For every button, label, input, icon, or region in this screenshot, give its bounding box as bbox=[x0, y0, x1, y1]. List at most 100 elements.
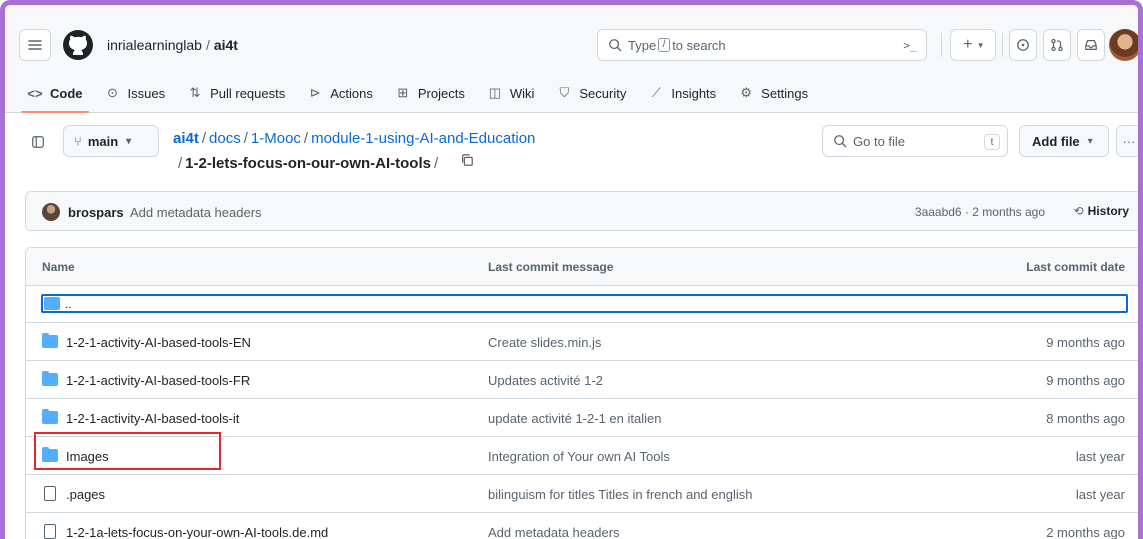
commit-date-cell: 9 months ago bbox=[1046, 373, 1125, 388]
commit-message-cell[interactable]: update activité 1-2-1 en italien bbox=[488, 411, 661, 426]
menu-button[interactable] bbox=[19, 29, 51, 61]
code-icon: <> bbox=[27, 85, 43, 101]
pull-request-icon: ⇅ bbox=[189, 85, 201, 100]
tab-insights[interactable]: ⟋ Insights bbox=[648, 75, 716, 111]
folder-icon bbox=[44, 297, 60, 310]
file-name[interactable]: 1-2-1a-lets-focus-on-your-own-AI-tools.d… bbox=[66, 525, 328, 539]
table-row[interactable]: 1-2-1-activity-AI-based-tools-FR Updates… bbox=[26, 360, 1138, 398]
create-new-button[interactable]: + ▾ bbox=[950, 29, 996, 61]
repo-nav: <> Code ⊙ Issues ⇅ Pull requests ⊳ Actio… bbox=[21, 75, 830, 113]
folder-icon bbox=[42, 333, 58, 348]
search-shortcut-key: / bbox=[658, 38, 671, 52]
file-name[interactable]: Images bbox=[66, 449, 109, 464]
commit-message-cell[interactable]: Add metadata headers bbox=[488, 525, 620, 539]
commit-date-cell: last year bbox=[1075, 449, 1125, 464]
commit-date-cell: last year bbox=[1075, 487, 1125, 502]
plus-icon: + bbox=[963, 36, 973, 53]
tab-security[interactable]: ⛉ Security bbox=[556, 75, 627, 111]
tab-pull-requests[interactable]: ⇅ Pull requests bbox=[187, 75, 286, 111]
git-branch-icon: ⑂ bbox=[74, 133, 82, 149]
table-row[interactable]: Images Integration of Your own AI Tools … bbox=[26, 436, 1138, 474]
copy-path-button[interactable] bbox=[460, 153, 474, 170]
history-label: History bbox=[1087, 204, 1129, 218]
tab-code[interactable]: <> Code bbox=[21, 75, 88, 113]
commit-message-cell[interactable]: Integration of Your own AI Tools bbox=[488, 449, 670, 464]
parent-directory-row[interactable]: .. bbox=[41, 294, 1128, 313]
breadcrumb-module[interactable]: module-1-using-AI-and-Education bbox=[311, 130, 535, 147]
commit-message[interactable]: Add metadata headers bbox=[130, 205, 262, 220]
commit-author[interactable]: brospars bbox=[68, 205, 124, 220]
repo-link[interactable]: ai4t bbox=[214, 37, 238, 53]
file-name[interactable]: 1-2-1-activity-AI-based-tools-EN bbox=[66, 335, 251, 350]
gear-icon: ⚙ bbox=[740, 85, 752, 100]
table-row[interactable]: 1-2-1-activity-AI-based-tools-EN Create … bbox=[26, 322, 1138, 360]
search-placeholder-pre: Type bbox=[628, 37, 657, 53]
breadcrumb-separator: / bbox=[205, 37, 210, 53]
tab-issues[interactable]: ⊙ Issues bbox=[105, 75, 165, 111]
commit-date-cell: 9 months ago bbox=[1046, 335, 1125, 350]
table-icon: ⊞ bbox=[397, 85, 409, 100]
col-message: Last commit message bbox=[488, 260, 614, 274]
copy-icon bbox=[462, 154, 473, 166]
table-row[interactable]: 1-2-1a-lets-focus-on-your-own-AI-tools.d… bbox=[26, 512, 1138, 539]
file-table: Name Last commit message Last commit dat… bbox=[25, 247, 1138, 539]
github-logo-icon[interactable] bbox=[62, 29, 94, 61]
tab-actions[interactable]: ⊳ Actions bbox=[307, 75, 373, 111]
more-options-button[interactable]: ··· bbox=[1116, 125, 1138, 157]
inbox-icon bbox=[1085, 40, 1097, 50]
breadcrumb-repo[interactable]: ai4t bbox=[173, 130, 199, 147]
terminal-icon[interactable]: >_ bbox=[900, 35, 920, 55]
tab-label: Actions bbox=[330, 85, 373, 101]
file-name[interactable]: 1-2-1-activity-AI-based-tools-it bbox=[66, 411, 239, 426]
history-button[interactable]: ⟲ History bbox=[1074, 204, 1129, 218]
parent-directory-label: .. bbox=[65, 297, 72, 311]
commit-message-cell[interactable]: Updates activité 1-2 bbox=[488, 373, 603, 388]
search-placeholder-post: to search bbox=[672, 37, 726, 53]
tab-label: Security bbox=[579, 85, 627, 101]
shield-icon: ⛉ bbox=[559, 85, 570, 100]
tab-label: Projects bbox=[417, 85, 465, 101]
pull-requests-button[interactable] bbox=[1043, 29, 1071, 61]
table-row[interactable]: 1-2-1-activity-AI-based-tools-it update … bbox=[26, 398, 1138, 436]
col-date: Last commit date bbox=[1026, 260, 1125, 274]
kebab-horizontal-icon: ··· bbox=[1122, 133, 1136, 149]
hamburger-icon bbox=[28, 40, 42, 50]
tab-settings[interactable]: ⚙ Settings bbox=[738, 75, 808, 111]
folder-icon bbox=[42, 409, 58, 424]
author-avatar[interactable] bbox=[42, 203, 60, 221]
add-file-label: Add file bbox=[1032, 133, 1080, 149]
file-name[interactable]: .pages bbox=[66, 487, 105, 502]
owner-link[interactable]: inrialearninglab bbox=[107, 37, 202, 53]
search-icon bbox=[834, 135, 847, 148]
chevron-down-icon: ▾ bbox=[126, 135, 132, 147]
tab-projects[interactable]: ⊞ Projects bbox=[395, 75, 465, 111]
commit-date-cell: 2 months ago bbox=[1046, 525, 1125, 539]
issues-button[interactable] bbox=[1009, 29, 1037, 61]
browser-frame: inrialearninglab / ai4t Type / to search >… bbox=[0, 0, 1143, 539]
commit-message-cell[interactable]: bilinguism for titles Titles in french a… bbox=[488, 487, 752, 502]
header-divider bbox=[941, 33, 942, 57]
search-input[interactable]: Type / to search >_ bbox=[597, 29, 927, 61]
issue-icon: ⊙ bbox=[107, 85, 118, 100]
go-to-file-input[interactable]: Go to file t bbox=[822, 125, 1008, 157]
commit-meta[interactable]: 3aaabd6 · 2 months ago bbox=[915, 205, 1045, 219]
sidebar-expand-icon bbox=[32, 136, 44, 148]
go-to-file-shortcut: t bbox=[984, 134, 1000, 150]
file-name[interactable]: 1-2-1-activity-AI-based-tools-FR bbox=[66, 373, 250, 388]
user-avatar[interactable] bbox=[1109, 29, 1138, 61]
file-icon bbox=[44, 524, 56, 539]
tab-label: Code bbox=[50, 85, 83, 101]
tab-label: Wiki bbox=[509, 85, 535, 101]
breadcrumb-current-line: /1-2-lets-focus-on-our-own-AI-tools / bbox=[178, 155, 439, 172]
add-file-button[interactable]: Add file ▾ bbox=[1019, 125, 1109, 157]
breadcrumb-docs[interactable]: docs bbox=[209, 130, 241, 147]
toggle-file-tree-button[interactable] bbox=[25, 129, 51, 155]
inbox-button[interactable] bbox=[1077, 29, 1105, 61]
breadcrumb-mooc[interactable]: 1-Mooc bbox=[251, 130, 301, 147]
tab-label: Settings bbox=[761, 85, 809, 101]
table-row[interactable]: .pages bilinguism for titles Titles in f… bbox=[26, 474, 1138, 512]
branch-selector[interactable]: ⑂ main ▾ bbox=[63, 125, 159, 157]
commit-message-cell[interactable]: Create slides.min.js bbox=[488, 335, 601, 350]
commit-date-cell: 8 months ago bbox=[1046, 411, 1125, 426]
tab-wiki[interactable]: ◫ Wiki bbox=[487, 75, 535, 111]
